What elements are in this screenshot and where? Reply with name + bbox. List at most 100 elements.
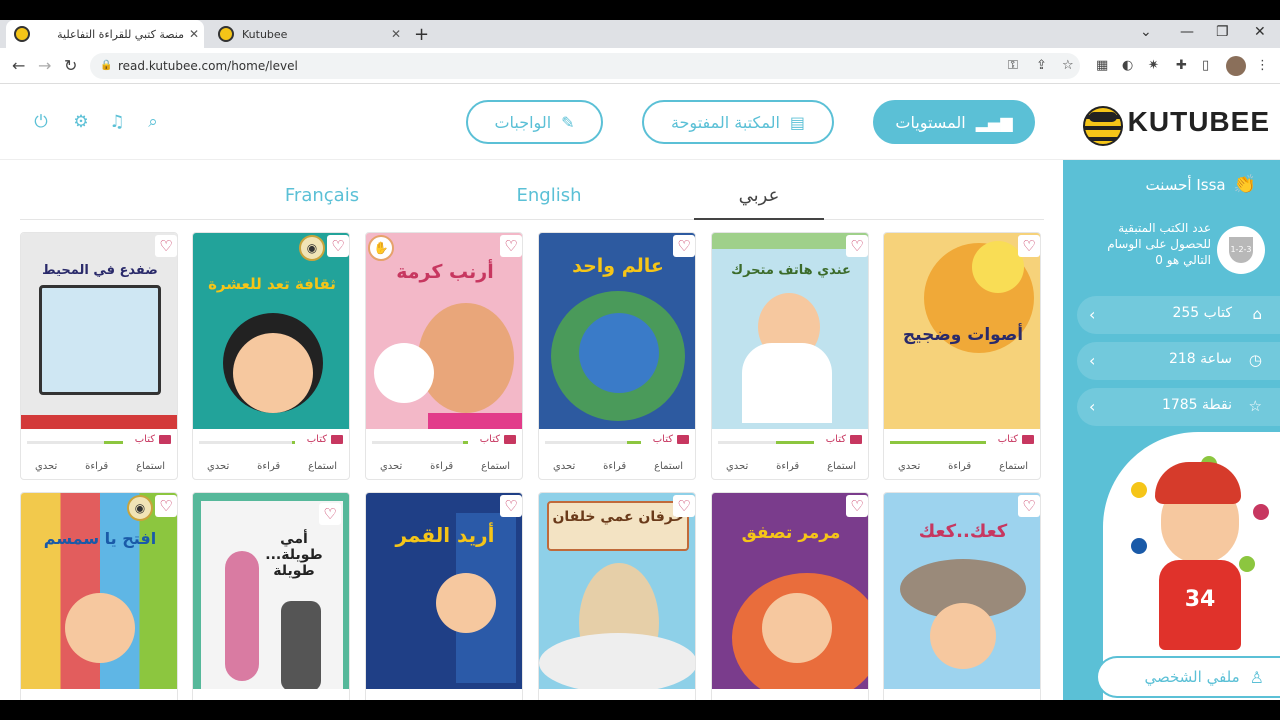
share-icon[interactable]: ⇪: [1036, 58, 1047, 73]
tab-english[interactable]: English: [484, 180, 614, 220]
book-card[interactable]: مرمر تصفق ♡: [711, 492, 869, 720]
book-cover[interactable]: أرنب كرمة ✋ ♡: [366, 233, 522, 429]
book-icon: ⌂: [1252, 305, 1262, 323]
listen-button[interactable]: استماع: [308, 461, 337, 472]
puzzle-icon[interactable]: ✚: [1176, 58, 1187, 73]
favorite-heart-icon[interactable]: ♡: [319, 503, 341, 525]
close-window-icon[interactable]: ✕: [1254, 24, 1266, 40]
language-tabs: عربي English Français: [20, 180, 1044, 220]
kutubee-logo[interactable]: KUTUBEE: [1075, 92, 1270, 152]
favorite-heart-icon[interactable]: ♡: [846, 235, 868, 257]
close-tab-icon[interactable]: ✕: [386, 27, 406, 41]
listen-button[interactable]: استماع: [654, 461, 683, 472]
read-button[interactable]: قراءة: [948, 461, 971, 472]
read-button[interactable]: قراءة: [85, 461, 108, 472]
favorite-heart-icon[interactable]: ♡: [155, 495, 177, 517]
book-title: أصوات وضجيج: [902, 325, 1024, 345]
read-button[interactable]: قراءة: [603, 461, 626, 472]
book-card[interactable]: عالم واحد ♡ كتاب استماع قراءة تحدي: [538, 232, 696, 480]
book-cover[interactable]: خرفان عمي خلفان ♡: [539, 493, 695, 689]
book-card[interactable]: ضفدع في المحيط ♡ كتاب استماع قراءة تحدي: [20, 232, 178, 480]
listen-button[interactable]: استماع: [136, 461, 165, 472]
favorite-heart-icon[interactable]: ♡: [500, 495, 522, 517]
listen-button[interactable]: استماع: [827, 461, 856, 472]
bookmark-star-icon[interactable]: ☆: [1062, 58, 1074, 73]
book-card[interactable]: أرنب كرمة ✋ ♡ كتاب استماع قراءة تحدي: [365, 232, 523, 480]
omnibox[interactable]: 🔒 read.kutubee.com/home/level: [90, 53, 1080, 79]
book-type-label: كتاب: [135, 434, 171, 445]
book-cover[interactable]: عندي هاتف متحرك ♡: [712, 233, 868, 429]
stat-points[interactable]: ‹ 1785 نقطة ☆: [1077, 388, 1280, 426]
address-bar-row: ← → ↻ 🔒 read.kutubee.com/home/level ⚿ ⇪ …: [0, 48, 1280, 84]
new-tab-icon[interactable]: +: [414, 24, 429, 45]
gear-icon[interactable]: ⚙: [71, 112, 91, 132]
book-cover[interactable]: افتح يا سمسم ◉ ♡: [21, 493, 177, 689]
challenge-button[interactable]: تحدي: [553, 461, 575, 472]
forward-icon[interactable]: →: [38, 56, 51, 75]
key-icon[interactable]: ⚿: [1008, 58, 1018, 73]
read-button[interactable]: قراءة: [776, 461, 799, 472]
browser-profile-avatar[interactable]: [1226, 56, 1246, 76]
favorite-heart-icon[interactable]: ♡: [155, 235, 177, 257]
stat-hours[interactable]: ‹ 218 ساعة ◷: [1077, 342, 1280, 380]
tab-search-icon[interactable]: ⌄: [1140, 24, 1152, 40]
book-cover[interactable]: ثقافة تعد للعشرة ◉ ♡: [193, 233, 349, 429]
book-card[interactable]: خرفان عمي خلفان ♡: [538, 492, 696, 720]
book-cover[interactable]: كعك..كعك ♡: [884, 493, 1040, 689]
bell-icon[interactable]: ♫: [107, 112, 127, 132]
book-icon: [504, 435, 516, 444]
favorite-heart-icon[interactable]: ♡: [327, 235, 349, 257]
favorite-heart-icon[interactable]: ♡: [673, 235, 695, 257]
book-cover[interactable]: أصوات وضجيج ♡: [884, 233, 1040, 429]
minimize-icon[interactable]: —: [1180, 24, 1194, 40]
tab-french[interactable]: Français: [257, 180, 387, 220]
extension-icon[interactable]: ▦: [1096, 58, 1108, 73]
close-tab-icon[interactable]: ✕: [184, 27, 204, 41]
challenge-button[interactable]: تحدي: [207, 461, 229, 472]
read-button[interactable]: قراءة: [257, 461, 280, 472]
book-cover[interactable]: عالم واحد ♡: [539, 233, 695, 429]
favorite-heart-icon[interactable]: ♡: [500, 235, 522, 257]
back-icon[interactable]: ←: [12, 56, 25, 75]
book-cover[interactable]: مرمر تصفق ♡: [712, 493, 868, 689]
my-profile-button[interactable]: ملفي الشخصي ♙: [1096, 656, 1280, 698]
nav-levels-button[interactable]: المستويات ▂▄▆: [873, 100, 1035, 144]
book-card[interactable]: عندي هاتف متحرك ♡ كتاب استماع قراءة تحدي: [711, 232, 869, 480]
favorite-heart-icon[interactable]: ♡: [846, 495, 868, 517]
challenge-button[interactable]: تحدي: [726, 461, 748, 472]
edge-extension-icon[interactable]: ◐: [1122, 58, 1133, 73]
browser-tab[interactable]: Kutubee ✕: [210, 20, 406, 48]
chevron-left-icon: ‹: [1089, 305, 1096, 324]
book-card[interactable]: أصوات وضجيج ♡ كتاب استماع قراءة تحدي: [883, 232, 1041, 480]
power-icon[interactable]: ⏻: [31, 112, 51, 132]
book-card[interactable]: كعك..كعك ♡: [883, 492, 1041, 720]
favorite-heart-icon[interactable]: ♡: [1018, 495, 1040, 517]
book-cover[interactable]: ضفدع في المحيط ♡: [21, 233, 177, 429]
challenge-button[interactable]: تحدي: [380, 461, 402, 472]
book-card[interactable]: افتح يا سمسم ◉ ♡: [20, 492, 178, 720]
stat-books[interactable]: ‹ 255 كتاب ⌂: [1077, 296, 1280, 334]
favorite-heart-icon[interactable]: ♡: [673, 495, 695, 517]
read-button[interactable]: قراءة: [430, 461, 453, 472]
book-cover[interactable]: أمي طويلة... طويلة ♡: [193, 493, 349, 689]
browser-tab-active[interactable]: منصة كتبي للقراءة التفاعلية ✕: [6, 20, 204, 48]
book-title: ضفدع في المحيط: [42, 263, 158, 278]
listen-button[interactable]: استماع: [999, 461, 1028, 472]
search-icon[interactable]: ⌕: [143, 112, 163, 132]
challenge-button[interactable]: تحدي: [898, 461, 920, 472]
challenge-button[interactable]: تحدي: [35, 461, 57, 472]
nav-open-library-button[interactable]: المكتبة المفتوحة ▤: [642, 100, 834, 144]
book-cover[interactable]: أريد القمر ♡: [366, 493, 522, 689]
nav-homework-button[interactable]: الواجبات ✎: [466, 100, 603, 144]
favorite-heart-icon[interactable]: ♡: [1018, 235, 1040, 257]
reload-icon[interactable]: ↻: [64, 56, 77, 75]
restore-icon[interactable]: ❐: [1216, 24, 1229, 40]
gear-extension-icon[interactable]: ✷: [1148, 58, 1159, 73]
listen-button[interactable]: استماع: [481, 461, 510, 472]
tab-arabic[interactable]: عربي: [694, 180, 824, 220]
book-card[interactable]: ثقافة تعد للعشرة ◉ ♡ كتاب استماع قراءة تحد…: [192, 232, 350, 480]
book-card[interactable]: أريد القمر ♡: [365, 492, 523, 720]
book-card[interactable]: أمي طويلة... طويلة ♡: [192, 492, 350, 720]
sidebar-toggle-icon[interactable]: ▯: [1202, 58, 1209, 73]
menu-dots-icon[interactable]: ⋮: [1256, 58, 1269, 73]
